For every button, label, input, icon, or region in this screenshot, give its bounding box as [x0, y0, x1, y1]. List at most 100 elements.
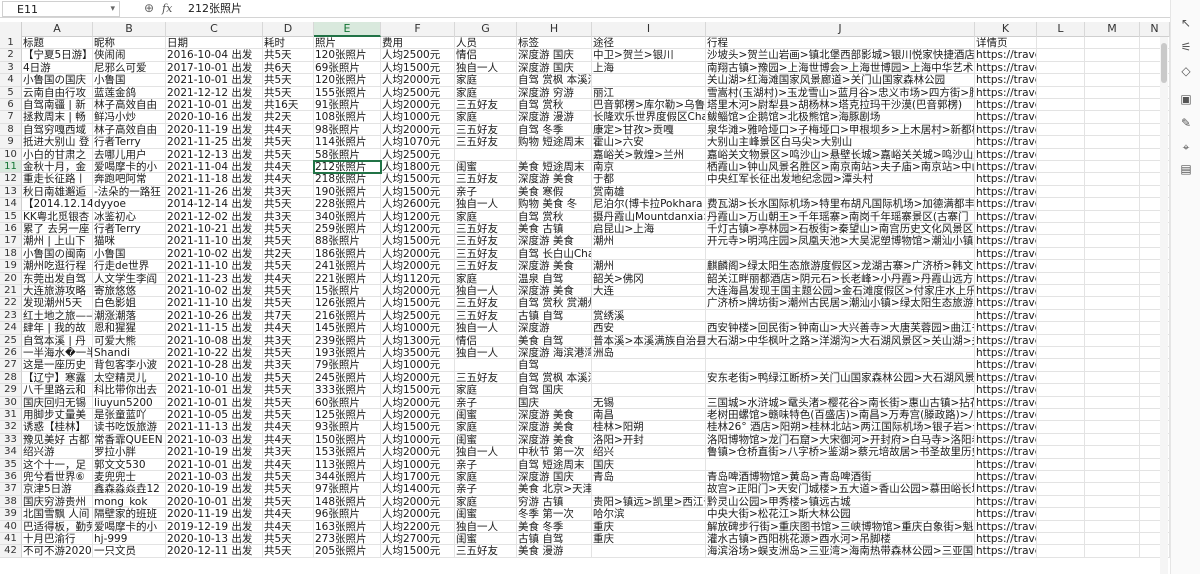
image-icon[interactable]: ▣	[1177, 90, 1195, 108]
cell[interactable]	[517, 148, 592, 161]
cell[interactable]	[1085, 111, 1140, 124]
cell[interactable]: 153张照片	[314, 446, 381, 459]
cell[interactable]: 2021-10-22 出发	[166, 347, 263, 360]
cell[interactable]: 自驾 赏枫 本溪满族自治县	[517, 371, 592, 385]
cell[interactable]: 自驾南疆 | 新	[22, 99, 93, 112]
cell[interactable]: 163张照片	[314, 520, 381, 533]
cell[interactable]	[1037, 458, 1085, 471]
cell[interactable]: 【辽宁】寒露	[22, 371, 93, 385]
cell[interactable]: https://travel.qunar.com/travelb	[975, 520, 1037, 533]
cell[interactable]: 共4天	[263, 458, 314, 471]
cell[interactable]: 大连海昌发现王国主题公园>金石滩度假区>付家庄水上乐	[706, 285, 975, 298]
cell[interactable]: https://travel.qunar.com/travelb	[975, 136, 1037, 149]
cell[interactable]: 2021-12-02 出发	[166, 210, 263, 223]
row-header[interactable]: 24	[0, 322, 22, 335]
cell[interactable]	[1085, 260, 1140, 273]
cell[interactable]: 2021-10-01 出发	[166, 396, 263, 409]
cell[interactable]: 家庭	[455, 495, 517, 509]
cell[interactable]: 人均2000元	[381, 247, 455, 261]
cell[interactable]	[1037, 210, 1085, 223]
row-header[interactable]: 6	[0, 99, 22, 112]
cell[interactable]: 共5天	[263, 495, 314, 509]
cell[interactable]: 共5天	[263, 86, 314, 99]
cell[interactable]: 鲁镇>仓桥直街>八字桥>鉴湖>蔡元培故居>书圣故里历史街	[706, 446, 975, 459]
cell[interactable]: 罗拉小胖	[93, 446, 166, 459]
vertical-scrollbar[interactable]	[1160, 37, 1168, 574]
cell[interactable]: 245张照片	[314, 371, 381, 385]
cell[interactable]: 美食 冬季	[517, 520, 592, 533]
cell[interactable]: 亲子	[455, 483, 517, 496]
cell[interactable]: https://travel.qunar.com/travelb	[975, 495, 1037, 509]
cell[interactable]	[1085, 446, 1140, 459]
cell[interactable]: 鲜冯小炒	[93, 111, 166, 124]
cell[interactable]: 家庭	[455, 210, 517, 223]
cell[interactable]	[455, 359, 517, 372]
cell[interactable]: 购物 短途周末	[517, 136, 592, 149]
cell[interactable]: 2020-10-16 出发	[166, 111, 263, 124]
row-header[interactable]: 22	[0, 297, 22, 310]
cell[interactable]: 深度游 美食	[517, 260, 592, 273]
row-header[interactable]: 4	[0, 74, 22, 87]
cell[interactable]	[1085, 99, 1140, 112]
cell[interactable]: 共4天	[263, 433, 314, 447]
cell[interactable]	[1037, 533, 1085, 546]
cell[interactable]: 重庆	[592, 533, 706, 546]
cell[interactable]: 97张照片	[314, 483, 381, 496]
row-header[interactable]: 7	[0, 111, 22, 124]
cell[interactable]: 人均2700元	[381, 533, 455, 546]
cell[interactable]: 共5天	[263, 223, 314, 236]
cell[interactable]: 国庆	[592, 458, 706, 471]
row-header[interactable]: 15	[0, 210, 22, 223]
cell[interactable]: 深度游 国庆	[517, 61, 592, 75]
cell[interactable]: 人均1070元	[381, 136, 455, 149]
cell[interactable]: 家庭	[455, 384, 517, 397]
cell[interactable]: 自驾本溪 | 丹	[22, 334, 93, 347]
cell[interactable]: 人均2000元	[381, 396, 455, 409]
cell[interactable]: 2021-11-10 出发	[166, 260, 263, 273]
cell[interactable]: 照片	[314, 37, 381, 50]
cell[interactable]: 人均1000元	[381, 359, 455, 372]
cell[interactable]: 2021-10-28 出发	[166, 359, 263, 372]
cell[interactable]: 91张照片	[314, 99, 381, 112]
cell[interactable]: 洛阳>开封	[592, 433, 706, 447]
cell[interactable]: https://travel.qunar.com/travelb	[975, 297, 1037, 310]
cell[interactable]: 2021-10-01 出发	[166, 458, 263, 471]
cell[interactable]: 美食 北京>天津>怀柔	[517, 483, 592, 496]
cell[interactable]: 冬季 第一次	[517, 508, 592, 521]
cell[interactable]	[1037, 371, 1085, 385]
cell[interactable]: 亲子	[455, 396, 517, 409]
cell[interactable]: 奔跑吧阿常	[93, 173, 166, 186]
row-header[interactable]: 14	[0, 198, 22, 211]
cell[interactable]: 2021-11-04 出发	[166, 161, 263, 174]
cell[interactable]: 自驾 短途周末	[517, 458, 592, 471]
cell[interactable]: 拯救周末 | 畅	[22, 111, 93, 124]
cell[interactable]	[592, 371, 706, 385]
cell[interactable]: 人员	[455, 37, 517, 50]
cell[interactable]: 2017-10-01 出发	[166, 61, 263, 75]
cell[interactable]: 大连旅游攻略	[22, 285, 93, 298]
cell[interactable]: 老树田螺馆>赣味特色(百盛店)>南昌>万寿宫(滕政路)>八	[706, 409, 975, 422]
cell[interactable]: 桂林>阳朔	[592, 421, 706, 434]
cell[interactable]: https://travel.qunar.com/travelb	[975, 86, 1037, 99]
cell[interactable]: 霍山>六安	[592, 136, 706, 149]
cell[interactable]: 人均1500元	[381, 173, 455, 186]
cell[interactable]: 十月巴渝行	[22, 533, 93, 546]
cell[interactable]	[1037, 260, 1085, 273]
cell[interactable]: 抵进大别山 登	[22, 136, 93, 149]
cell[interactable]	[1037, 359, 1085, 372]
cell[interactable]	[1037, 396, 1085, 409]
cell[interactable]	[1037, 173, 1085, 186]
cell[interactable]: https://travel.qunar.com/travelb	[975, 359, 1037, 372]
cell[interactable]: 333张照片	[314, 384, 381, 397]
cell[interactable]: 人均1500元	[381, 421, 455, 434]
cell[interactable]	[1085, 37, 1140, 50]
cell[interactable]: 共3天	[263, 334, 314, 347]
cell[interactable]	[1037, 384, 1085, 397]
cell[interactable]: 共5天	[263, 260, 314, 273]
cell[interactable]: 114张照片	[314, 136, 381, 149]
cell[interactable]: https://travel.qunar.com/travelb	[975, 210, 1037, 223]
cell[interactable]: 共3天	[263, 446, 314, 459]
cell[interactable]: dyyoe	[93, 198, 166, 211]
cell[interactable]: 人均2000元	[381, 495, 455, 509]
cell[interactable]: 康定>甘孜>贡嘎	[592, 123, 706, 137]
